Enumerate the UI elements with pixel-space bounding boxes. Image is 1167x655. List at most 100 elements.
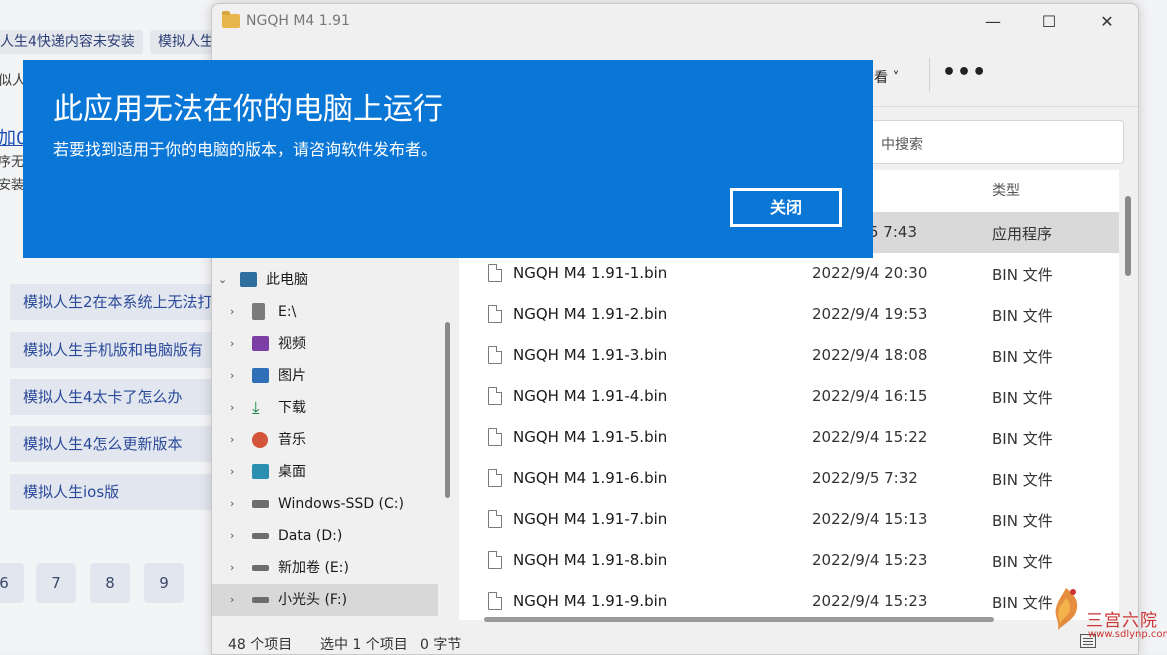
- chevron-right-icon[interactable]: ›: [230, 584, 234, 616]
- search-placeholder: 中搜索: [881, 137, 923, 153]
- file-icon: [488, 428, 502, 446]
- error-dialog: 此应用无法在你的电脑上运行 若要找到适用于你的电脑的版本，请咨询软件发布者。 关…: [23, 60, 873, 258]
- bg-tag[interactable]: 人生4快递内容未安装: [0, 30, 143, 54]
- watermark-url: www.sdlynp.com: [1088, 629, 1167, 640]
- file-row[interactable]: NGQH M4 1.91-9.bin 2022/9/4 15:23 BIN 文件: [459, 581, 1119, 622]
- close-window-button[interactable]: ✕: [1078, 4, 1136, 40]
- nav-label: 新加卷 (E:): [278, 560, 349, 576]
- file-name: NGQH M4 1.91-6.bin: [513, 469, 668, 487]
- nav-label: 图片: [278, 368, 306, 384]
- chevron-right-icon[interactable]: ›: [230, 392, 234, 424]
- pager-button[interactable]: 8: [90, 563, 130, 603]
- drive-icon: [252, 565, 269, 571]
- file-icon: [488, 264, 502, 282]
- related-link[interactable]: 模拟人生4太卡了怎么办: [10, 379, 220, 415]
- file-icon: [488, 305, 502, 323]
- file-name: NGQH M4 1.91-2.bin: [513, 305, 668, 323]
- toolbar-divider: [929, 58, 930, 92]
- nav-item-desktop[interactable]: › 桌面: [212, 456, 438, 488]
- minimize-button[interactable]: —: [964, 4, 1022, 40]
- more-options-button[interactable]: •••: [942, 60, 987, 85]
- selection-count: 选中 1 个项目: [320, 637, 408, 653]
- file-row[interactable]: NGQH M4 1.91-2.bin 2022/9/4 19:53 BIN 文件: [459, 294, 1119, 335]
- nav-label: 小光头 (F:): [278, 592, 348, 608]
- drive-icon: [252, 303, 265, 320]
- chevron-right-icon[interactable]: ›: [230, 296, 234, 328]
- file-icon: [488, 469, 502, 487]
- file-list-vertical-scrollbar[interactable]: [1125, 196, 1131, 276]
- video-icon: [252, 336, 269, 351]
- nav-pane-scrollbar[interactable]: [445, 322, 450, 498]
- file-row[interactable]: NGQH M4 1.91-1.bin 2022/9/4 20:30 BIN 文件: [459, 253, 1119, 294]
- window-title: NGQH M4 1.91: [246, 13, 350, 29]
- file-type: BIN 文件: [992, 307, 1053, 325]
- nav-label: Data (D:): [278, 528, 343, 544]
- item-count: 48 个项目: [228, 637, 293, 653]
- bg-text-fragment: 安装: [0, 178, 25, 193]
- desktop-icon: [252, 464, 269, 479]
- file-icon: [488, 551, 502, 569]
- drive-icon: [252, 533, 269, 539]
- nav-label: 下载: [278, 400, 306, 416]
- column-header-type[interactable]: 类型: [992, 180, 1020, 200]
- nav-item-downloads[interactable]: › ⤓ 下载: [212, 392, 438, 424]
- file-name: NGQH M4 1.91-9.bin: [513, 592, 668, 610]
- file-type: BIN 文件: [992, 348, 1053, 366]
- pager-button[interactable]: 6: [0, 563, 24, 603]
- file-date: 2022/9/4 15:23: [812, 592, 928, 610]
- related-link[interactable]: 模拟人生2在本系统上无法打: [10, 284, 220, 320]
- nav-item-drive-d[interactable]: › Data (D:): [212, 520, 438, 552]
- search-input[interactable]: 中搜索: [832, 120, 1124, 164]
- seal-icon: [1055, 588, 1078, 630]
- related-link[interactable]: 模拟人生4怎么更新版本: [10, 426, 220, 462]
- chevron-right-icon[interactable]: ›: [230, 552, 234, 584]
- file-row[interactable]: NGQH M4 1.91-4.bin 2022/9/4 16:15 BIN 文件: [459, 376, 1119, 417]
- file-name: NGQH M4 1.91-4.bin: [513, 387, 668, 405]
- watermark-text: 三宫六院: [1086, 611, 1158, 631]
- nav-item-music[interactable]: › 音乐: [212, 424, 438, 456]
- chevron-right-icon[interactable]: ›: [230, 456, 234, 488]
- file-row[interactable]: NGQH M4 1.91-8.bin 2022/9/4 15:23 BIN 文件: [459, 540, 1119, 581]
- nav-item-drive-f[interactable]: › 小光头 (F:): [212, 584, 438, 616]
- related-link[interactable]: 模拟人生ios版: [10, 474, 220, 510]
- file-date: 5 7:43: [869, 223, 917, 241]
- pager-button[interactable]: 9: [144, 563, 184, 603]
- status-bar: 48 个项目 选中 1 个项目 0 字节: [212, 630, 1138, 654]
- pager-button[interactable]: 7: [36, 563, 76, 603]
- file-icon: [488, 510, 502, 528]
- close-button[interactable]: 关闭: [730, 188, 842, 227]
- maximize-button[interactable]: ☐: [1020, 4, 1078, 40]
- file-date: 2022/9/4 20:30: [812, 264, 928, 282]
- file-date: 2022/9/4 16:15: [812, 387, 928, 405]
- related-link[interactable]: 模拟人生手机版和电脑版有: [10, 332, 220, 368]
- file-name: NGQH M4 1.91-7.bin: [513, 510, 668, 528]
- file-row[interactable]: NGQH M4 1.91-5.bin 2022/9/4 15:22 BIN 文件: [459, 417, 1119, 458]
- file-date: 2022/9/4 15:13: [812, 510, 928, 528]
- file-list-horizontal-scrollbar[interactable]: [484, 617, 994, 622]
- nav-item-videos[interactable]: › 视频: [212, 328, 438, 360]
- nav-item-pictures[interactable]: › 图片: [212, 360, 438, 392]
- chevron-right-icon[interactable]: ›: [230, 520, 234, 552]
- nav-item-this-pc[interactable]: ⌄ 此电脑: [212, 264, 438, 296]
- chevron-right-icon[interactable]: ›: [230, 488, 234, 520]
- file-row[interactable]: NGQH M4 1.91-3.bin 2022/9/4 18:08 BIN 文件: [459, 335, 1119, 376]
- nav-item-drive-c[interactable]: › Windows-SSD (C:): [212, 488, 438, 520]
- windows-drive-icon: [252, 500, 269, 508]
- nav-item-drive-e[interactable]: › 新加卷 (E:): [212, 552, 438, 584]
- file-type: 应用程序: [992, 225, 1053, 243]
- site-watermark: 三宫六院 www.sdlynp.com: [1038, 582, 1167, 653]
- file-date: 2022/9/4 15:23: [812, 551, 928, 569]
- file-row[interactable]: NGQH M4 1.91-7.bin 2022/9/4 15:13 BIN 文件: [459, 499, 1119, 540]
- chevron-right-icon[interactable]: ›: [230, 424, 234, 456]
- title-bar[interactable]: NGQH M4 1.91 — ☐ ✕: [212, 4, 1138, 40]
- chevron-right-icon[interactable]: ›: [230, 328, 234, 360]
- nav-item-e-root[interactable]: › E:\: [212, 296, 438, 328]
- chevron-down-icon[interactable]: ⌄: [218, 264, 227, 296]
- file-type: BIN 文件: [992, 266, 1053, 284]
- chevron-right-icon[interactable]: ›: [230, 360, 234, 392]
- file-name: NGQH M4 1.91-5.bin: [513, 428, 668, 446]
- file-row[interactable]: NGQH M4 1.91-6.bin 2022/9/5 7:32 BIN 文件: [459, 458, 1119, 499]
- download-icon: ⤓: [252, 398, 260, 418]
- navigation-pane: ⌄ 此电脑 › E:\ › 视频 › 图片 › ⤓ 下载 › 音乐 › 桌面 ›…: [212, 254, 438, 626]
- file-icon: [488, 387, 502, 405]
